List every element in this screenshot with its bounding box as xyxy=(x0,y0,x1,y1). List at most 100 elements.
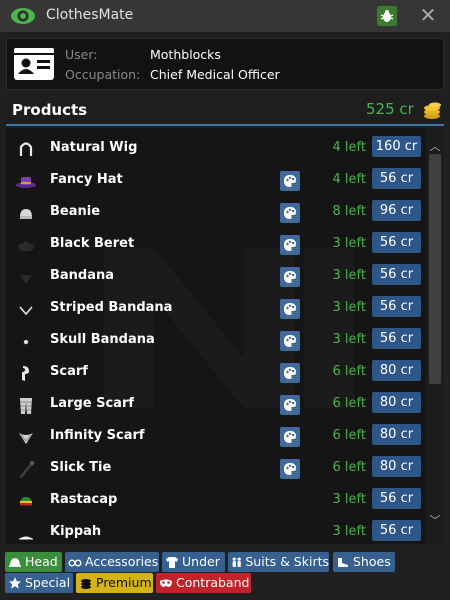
buy-button[interactable]: 80 cr xyxy=(372,456,421,477)
palette-icon xyxy=(284,399,296,411)
product-name: Large Scarf xyxy=(50,396,135,411)
tab-contraband[interactable]: Contraband xyxy=(156,573,251,593)
buy-button[interactable]: 56 cr xyxy=(372,264,421,285)
tab-accessories[interactable]: Accessories xyxy=(65,552,159,572)
product-name: Striped Bandana xyxy=(50,300,173,315)
people-icon xyxy=(232,557,241,567)
tab-label: Shoes xyxy=(353,554,391,569)
product-row: Natural Wig 4 left 160 cr xyxy=(6,132,426,164)
occupation-value: Chief Medical Officer xyxy=(150,67,280,82)
palette-icon xyxy=(284,175,296,187)
skull-bandana-icon xyxy=(21,340,31,347)
stock-count: 4 left xyxy=(332,172,366,187)
buy-button[interactable]: 56 cr xyxy=(372,520,421,541)
buy-button[interactable]: 96 cr xyxy=(372,200,421,221)
buy-button[interactable]: 80 cr xyxy=(372,424,421,445)
bandana-icon xyxy=(20,275,32,284)
beret-icon xyxy=(18,241,34,252)
tab-label: Accessories xyxy=(85,554,159,569)
rastacap-icon xyxy=(20,497,32,506)
buy-button[interactable]: 56 cr xyxy=(372,296,421,317)
recolor-button[interactable] xyxy=(280,235,300,255)
scroll-thumb[interactable] xyxy=(429,154,441,384)
category-tabs: Head Accessories Under Suits & Skirts Shoes S… xyxy=(0,548,450,600)
close-button[interactable]: ✕ xyxy=(418,4,438,26)
buy-button[interactable]: 56 cr xyxy=(372,168,421,189)
palette-icon xyxy=(284,335,296,347)
infinity-scarf-icon xyxy=(19,433,33,444)
buy-button[interactable]: 56 cr xyxy=(372,328,421,349)
mask-icon xyxy=(160,579,172,587)
product-row: Bandana 3 left 56 cr xyxy=(6,260,426,292)
wig-icon xyxy=(19,142,33,156)
product-row: Slick Tie 6 left 80 cr xyxy=(6,452,426,484)
tab-label: Under xyxy=(182,554,220,569)
product-name: Black Beret xyxy=(50,236,135,251)
buy-button[interactable]: 56 cr xyxy=(372,488,421,509)
id-card-icon xyxy=(14,48,54,80)
user-label: User: xyxy=(65,47,98,62)
product-row: Beanie 8 left 96 cr xyxy=(6,196,426,228)
tie-icon xyxy=(19,460,35,478)
recolor-button[interactable] xyxy=(280,363,300,383)
tab-special[interactable]: Special xyxy=(5,573,73,593)
tab-under[interactable]: Under xyxy=(162,552,225,572)
product-row: Large Scarf 6 left 80 cr xyxy=(6,388,426,420)
tab-label: Head xyxy=(25,554,58,569)
tab-shoes[interactable]: Shoes xyxy=(333,552,395,572)
beanie-icon xyxy=(20,209,32,219)
product-row: Infinity Scarf 6 left 80 cr xyxy=(6,420,426,452)
product-row: Striped Bandana 3 left 56 cr xyxy=(6,292,426,324)
product-name: Infinity Scarf xyxy=(50,428,145,443)
recolor-button[interactable] xyxy=(280,299,300,319)
product-name: Bandana xyxy=(50,268,115,283)
product-name: Slick Tie xyxy=(50,460,112,475)
tab-suits-skirts[interactable]: Suits & Skirts xyxy=(228,552,329,572)
stock-count: 6 left xyxy=(332,460,366,475)
recolor-button[interactable] xyxy=(280,171,300,191)
stock-count: 8 left xyxy=(332,204,366,219)
tab-head[interactable]: Head xyxy=(5,552,62,572)
recolor-button[interactable] xyxy=(280,459,300,479)
buy-button[interactable]: 80 cr xyxy=(372,360,421,381)
palette-icon xyxy=(284,207,296,219)
stock-count: 3 left xyxy=(332,332,366,347)
product-name: Kippah xyxy=(50,524,102,539)
recolor-button[interactable] xyxy=(280,267,300,287)
recolor-button[interactable] xyxy=(280,427,300,447)
recolor-button[interactable] xyxy=(280,331,300,351)
user-name: Mothblocks xyxy=(150,47,221,62)
glasses-icon xyxy=(68,559,82,567)
product-list-scrollbar[interactable]: ︿ ﹀ xyxy=(426,128,444,544)
product-row: Fancy Hat 4 left 56 cr xyxy=(6,164,426,196)
recolor-button[interactable] xyxy=(280,395,300,415)
buy-button[interactable]: 160 cr xyxy=(372,136,421,157)
shoe-icon xyxy=(338,558,348,567)
recolor-button[interactable] xyxy=(280,203,300,223)
product-row: Scarf 6 left 80 cr xyxy=(6,356,426,388)
palette-icon xyxy=(284,463,296,475)
stock-count: 3 left xyxy=(332,300,366,315)
scroll-down-arrow[interactable]: ﹀ xyxy=(426,512,444,530)
hat-icon xyxy=(9,558,21,567)
kippah-icon xyxy=(19,536,33,540)
debug-button[interactable] xyxy=(377,6,397,26)
coins-icon xyxy=(424,102,441,119)
window-title: ClothesMate xyxy=(46,7,134,23)
product-row: Black Beret 3 left 56 cr xyxy=(6,228,426,260)
large-scarf-icon xyxy=(20,398,32,414)
eye-icon xyxy=(11,8,35,24)
product-row: Skull Bandana 3 left 56 cr xyxy=(6,324,426,356)
product-name: Fancy Hat xyxy=(50,172,123,187)
tab-label: Special xyxy=(25,575,71,590)
palette-icon xyxy=(284,271,296,283)
shirt-icon xyxy=(166,557,178,568)
product-list: Natural Wig 4 left 160 cr Fancy Hat 4 left 56… xyxy=(6,128,426,544)
buy-button[interactable]: 80 cr xyxy=(372,392,421,413)
striped-bandana-icon xyxy=(19,306,33,316)
buy-button[interactable]: 56 cr xyxy=(372,232,421,253)
coins-icon xyxy=(81,579,91,589)
tab-premium[interactable]: Premium xyxy=(76,573,153,593)
product-name: Beanie xyxy=(50,204,101,219)
stock-count: 6 left xyxy=(332,428,366,443)
